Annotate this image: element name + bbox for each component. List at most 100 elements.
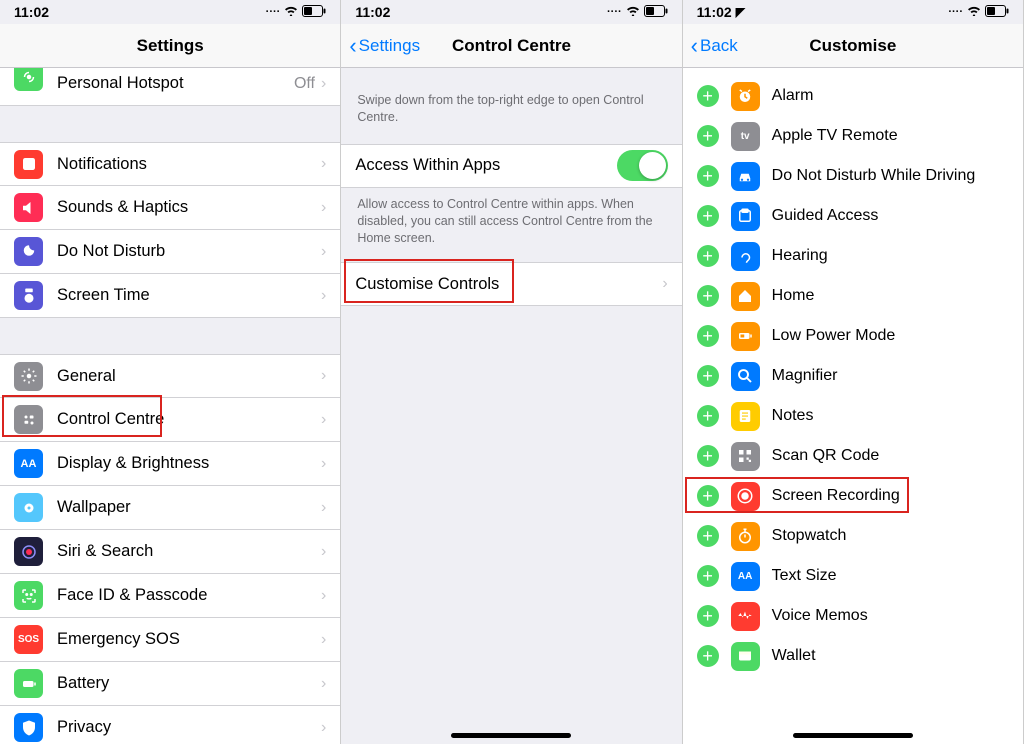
row-controlcentre[interactable]: Control Centre› [0,398,340,442]
row-label: Low Power Mode [772,327,1009,345]
chevron-right-icon: › [321,367,326,385]
row-screentime[interactable]: Screen Time› [0,274,340,318]
add-button[interactable]: + [697,565,719,587]
row-label: Hearing [772,247,1009,265]
row-label: Notes [772,407,1009,425]
sounds-icon [14,193,43,222]
row-dnd[interactable]: Do Not Disturb› [0,230,340,274]
status-bar: 11:02 [341,0,681,24]
row-sounds[interactable]: Sounds & Haptics› [0,186,340,230]
row-customise-controls[interactable]: Customise Controls › [341,262,681,306]
add-button[interactable]: + [697,645,719,667]
settings-list: Personal Hotspot Off › Notifications›Sou… [0,68,340,744]
cc-desc-bottom: Allow access to Control Centre within ap… [341,188,681,255]
row-notes[interactable]: + Notes [683,396,1023,436]
row-textsize[interactable]: +AAText Size [683,556,1023,596]
row-label: Apple TV Remote [772,127,1009,145]
chevron-right-icon: › [321,499,326,517]
row-home[interactable]: + Home [683,276,1023,316]
row-appletv[interactable]: +tvApple TV Remote [683,116,1023,156]
row-notifications[interactable]: Notifications› [0,142,340,186]
row-label: Display & Brightness [57,454,321,473]
add-button[interactable]: + [697,365,719,387]
cc-content: Swipe down from the top-right edge to op… [341,68,681,744]
row-label: Notifications [57,155,321,174]
row-label: Control Centre [57,410,321,429]
row-label: Privacy [57,718,321,737]
add-button[interactable]: + [697,445,719,467]
row-alarm[interactable]: + Alarm [683,76,1023,116]
chevron-right-icon: › [321,675,326,693]
cell-signal-icon [948,6,963,18]
row-label: Guided Access [772,207,1009,225]
privacy-icon [14,713,43,742]
faceid-icon [14,581,43,610]
row-privacy[interactable]: Privacy› [0,706,340,744]
add-button[interactable]: + [697,165,719,187]
add-button[interactable]: + [697,485,719,507]
row-hearing[interactable]: + Hearing [683,236,1023,276]
add-button[interactable]: + [697,85,719,107]
add-button[interactable]: + [697,125,719,147]
wallet-icon [731,642,760,671]
row-battery[interactable]: Battery› [0,662,340,706]
nav-bar: ‹ Settings Control Centre [341,24,681,68]
customise-list: +Alarm+tvApple TV Remote+Do Not Disturb … [683,68,1023,744]
row-access-within-apps[interactable]: Access Within Apps [341,144,681,188]
row-label: Home [772,287,1009,305]
row-wallpaper[interactable]: Wallpaper› [0,486,340,530]
row-label: Screen Time [57,286,321,305]
row-personal-hotspot[interactable]: Personal Hotspot Off › [0,68,340,106]
dnd-icon [14,237,43,266]
row-label: Do Not Disturb While Driving [772,167,1009,185]
chevron-right-icon: › [321,75,326,93]
add-button[interactable]: + [697,325,719,347]
status-bar: 11:02 [0,0,340,24]
add-button[interactable]: + [697,605,719,627]
row-label: General [57,367,321,386]
screenrec-icon [731,482,760,511]
nav-bar: ‹ Back Customise [683,24,1023,68]
row-general[interactable]: General› [0,354,340,398]
row-siri[interactable]: Siri & Search› [0,530,340,574]
back-button[interactable]: ‹ Settings [349,35,420,57]
row-guided[interactable]: + Guided Access [683,196,1023,236]
screentime-icon [14,281,43,310]
add-button[interactable]: + [697,245,719,267]
row-dnddriving[interactable]: + Do Not Disturb While Driving [683,156,1023,196]
row-label: Voice Memos [772,607,1009,625]
row-label: Alarm [772,87,1009,105]
row-magnifier[interactable]: + Magnifier [683,356,1023,396]
row-label: Text Size [772,567,1009,585]
row-stopwatch[interactable]: +Stopwatch [683,516,1023,556]
siri-icon [14,537,43,566]
row-qr[interactable]: +Scan QR Code [683,436,1023,476]
chevron-right-icon: › [321,543,326,561]
battery-icon [14,669,43,698]
row-label: Magnifier [772,367,1009,385]
row-label: Face ID & Passcode [57,586,321,605]
status-time: 11:02 [14,4,49,20]
wifi-icon [626,5,640,19]
battery-icon [302,5,326,20]
row-wallet[interactable]: +Wallet [683,636,1023,676]
row-lowpower[interactable]: + Low Power Mode [683,316,1023,356]
battery-icon [644,5,668,20]
toggle-access[interactable] [617,150,668,181]
add-button[interactable]: + [697,405,719,427]
row-voicememos[interactable]: + Voice Memos [683,596,1023,636]
wifi-icon [967,5,981,19]
row-screenrec[interactable]: + Screen Recording [683,476,1023,516]
display-icon: AA [14,449,43,478]
add-button[interactable]: + [697,525,719,547]
add-button[interactable]: + [697,285,719,307]
row-label: Wallpaper [57,498,321,517]
row-sos[interactable]: SOSEmergency SOS› [0,618,340,662]
cc-desc-top: Swipe down from the top-right edge to op… [341,68,681,144]
row-faceid[interactable]: Face ID & Passcode› [0,574,340,618]
row-label: Screen Recording [772,487,1009,505]
back-button[interactable]: ‹ Back [691,35,738,57]
row-display[interactable]: AADisplay & Brightness› [0,442,340,486]
add-button[interactable]: + [697,205,719,227]
row-label: Customise Controls [355,275,662,294]
